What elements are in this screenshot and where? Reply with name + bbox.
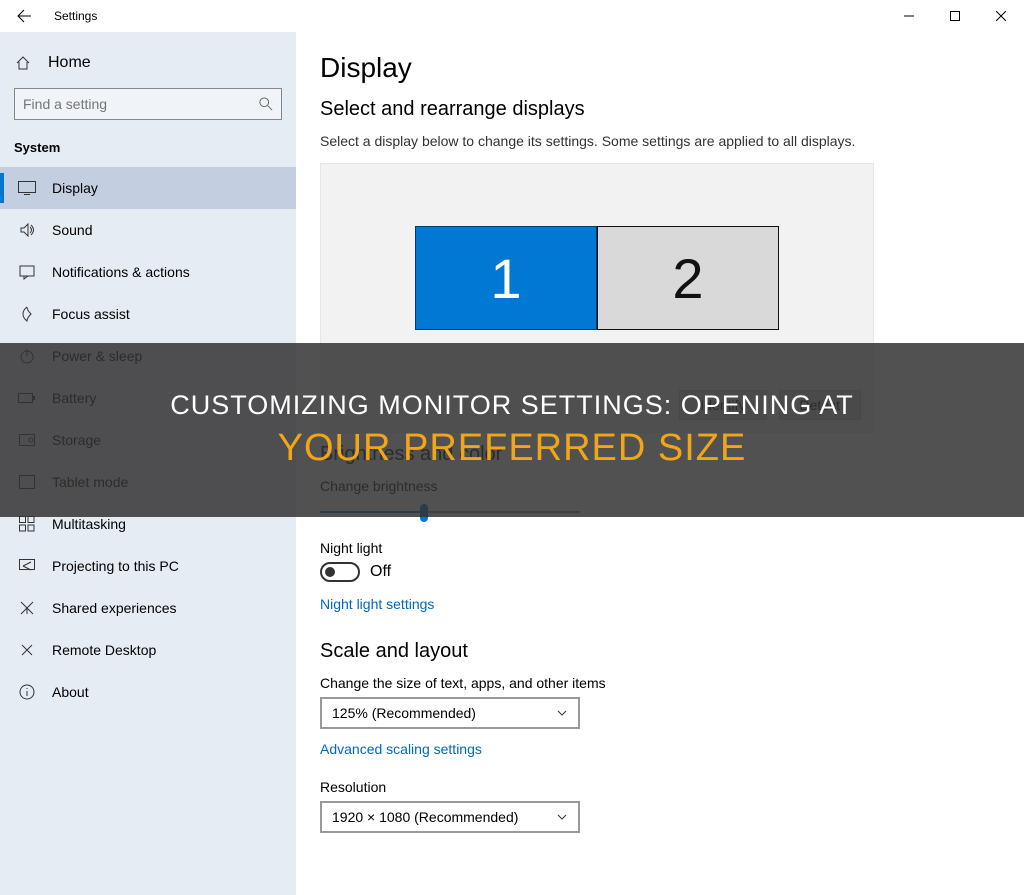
sidebar-item-label: Battery — [52, 390, 96, 406]
sidebar-item-power-sleep[interactable]: Power & sleep — [0, 335, 296, 377]
detect-button[interactable]: Detect — [779, 390, 861, 420]
brightness-label: Change brightness — [320, 478, 1000, 494]
brightness-heading: Brightness and color — [320, 443, 1000, 466]
night-light-state: Off — [370, 563, 391, 581]
advanced-scaling-link[interactable]: Advanced scaling settings — [320, 741, 482, 757]
main-content: Display Select and rearrange displays Se… — [296, 32, 1024, 895]
night-light-label: Night light — [320, 540, 1000, 556]
resolution-value: 1920 × 1080 (Recommended) — [332, 809, 518, 825]
sidebar-item-label: Tablet mode — [52, 474, 128, 490]
sidebar-item-label: Shared experiences — [52, 600, 177, 616]
scale-dropdown[interactable]: 125% (Recommended) — [320, 697, 580, 729]
sidebar: Home System Display Sound Notifications … — [0, 32, 296, 895]
sidebar-item-projecting[interactable]: Projecting to this PC — [0, 545, 296, 587]
chevron-down-icon — [556, 707, 568, 719]
shared-icon — [18, 599, 36, 617]
remote-desktop-icon — [18, 641, 36, 659]
sidebar-item-sound[interactable]: Sound — [0, 209, 296, 251]
sidebar-item-label: Power & sleep — [52, 348, 142, 364]
sidebar-item-shared-experiences[interactable]: Shared experiences — [0, 587, 296, 629]
scale-label: Change the size of text, apps, and other… — [320, 675, 1000, 691]
titlebar: Settings — [0, 0, 1024, 32]
sidebar-item-multitasking[interactable]: Multitasking — [0, 503, 296, 545]
window-title: Settings — [54, 9, 97, 23]
slider-thumb[interactable] — [420, 504, 428, 522]
storage-icon — [18, 431, 36, 449]
arrow-left-icon — [16, 8, 32, 24]
search-icon — [259, 97, 273, 111]
sidebar-item-remote-desktop[interactable]: Remote Desktop — [0, 629, 296, 671]
sound-icon — [18, 221, 36, 239]
sidebar-item-label: About — [52, 684, 89, 700]
display-arrangement-area[interactable]: 1 2 Identify Detect — [320, 163, 874, 433]
sidebar-home-label: Home — [48, 54, 91, 72]
maximize-icon — [950, 11, 960, 21]
sidebar-item-label: Sound — [52, 222, 92, 238]
sidebar-item-label: Remote Desktop — [52, 642, 156, 658]
sidebar-item-label: Focus assist — [52, 306, 130, 322]
select-displays-body: Select a display below to change its set… — [320, 133, 1000, 149]
focus-assist-icon — [18, 305, 36, 323]
night-light-toggle[interactable] — [320, 562, 360, 582]
sidebar-item-battery[interactable]: Battery — [0, 377, 296, 419]
maximize-button[interactable] — [932, 0, 978, 32]
back-button[interactable] — [0, 0, 48, 32]
projecting-icon — [18, 557, 36, 575]
page-title: Display — [320, 52, 1000, 84]
window-controls — [886, 0, 1024, 32]
search-box[interactable] — [14, 88, 282, 120]
sidebar-item-about[interactable]: About — [0, 671, 296, 713]
close-icon — [996, 11, 1006, 21]
display-icon — [18, 179, 36, 197]
close-button[interactable] — [978, 0, 1024, 32]
brightness-slider[interactable] — [320, 500, 580, 524]
minimize-icon — [904, 11, 914, 21]
sidebar-item-display[interactable]: Display — [0, 167, 296, 209]
night-light-settings-link[interactable]: Night light settings — [320, 596, 434, 612]
about-icon — [18, 683, 36, 701]
sidebar-item-focus-assist[interactable]: Focus assist — [0, 293, 296, 335]
tablet-icon — [18, 473, 36, 491]
chevron-down-icon — [556, 811, 568, 823]
power-icon — [18, 347, 36, 365]
resolution-label: Resolution — [320, 779, 1000, 795]
sidebar-home[interactable]: Home — [0, 44, 296, 82]
scale-value: 125% (Recommended) — [332, 705, 476, 721]
scale-heading: Scale and layout — [320, 640, 1000, 663]
monitor-2[interactable]: 2 — [597, 226, 779, 330]
sidebar-item-label: Projecting to this PC — [52, 558, 179, 574]
identify-button[interactable]: Identify — [679, 390, 766, 420]
sidebar-item-label: Notifications & actions — [52, 264, 190, 280]
select-displays-heading: Select and rearrange displays — [320, 98, 1000, 121]
minimize-button[interactable] — [886, 0, 932, 32]
sidebar-item-label: Storage — [52, 432, 101, 448]
battery-icon — [18, 389, 36, 407]
monitor-1[interactable]: 1 — [415, 226, 597, 330]
sidebar-item-label: Display — [52, 180, 98, 196]
resolution-dropdown[interactable]: 1920 × 1080 (Recommended) — [320, 801, 580, 833]
sidebar-section-label: System — [0, 136, 296, 167]
notifications-icon — [18, 263, 36, 281]
sidebar-item-label: Multitasking — [52, 516, 126, 532]
sidebar-item-tablet-mode[interactable]: Tablet mode — [0, 461, 296, 503]
home-icon — [14, 54, 32, 72]
search-input[interactable] — [23, 96, 243, 112]
sidebar-item-storage[interactable]: Storage — [0, 419, 296, 461]
multitasking-icon — [18, 515, 36, 533]
sidebar-item-notifications[interactable]: Notifications & actions — [0, 251, 296, 293]
